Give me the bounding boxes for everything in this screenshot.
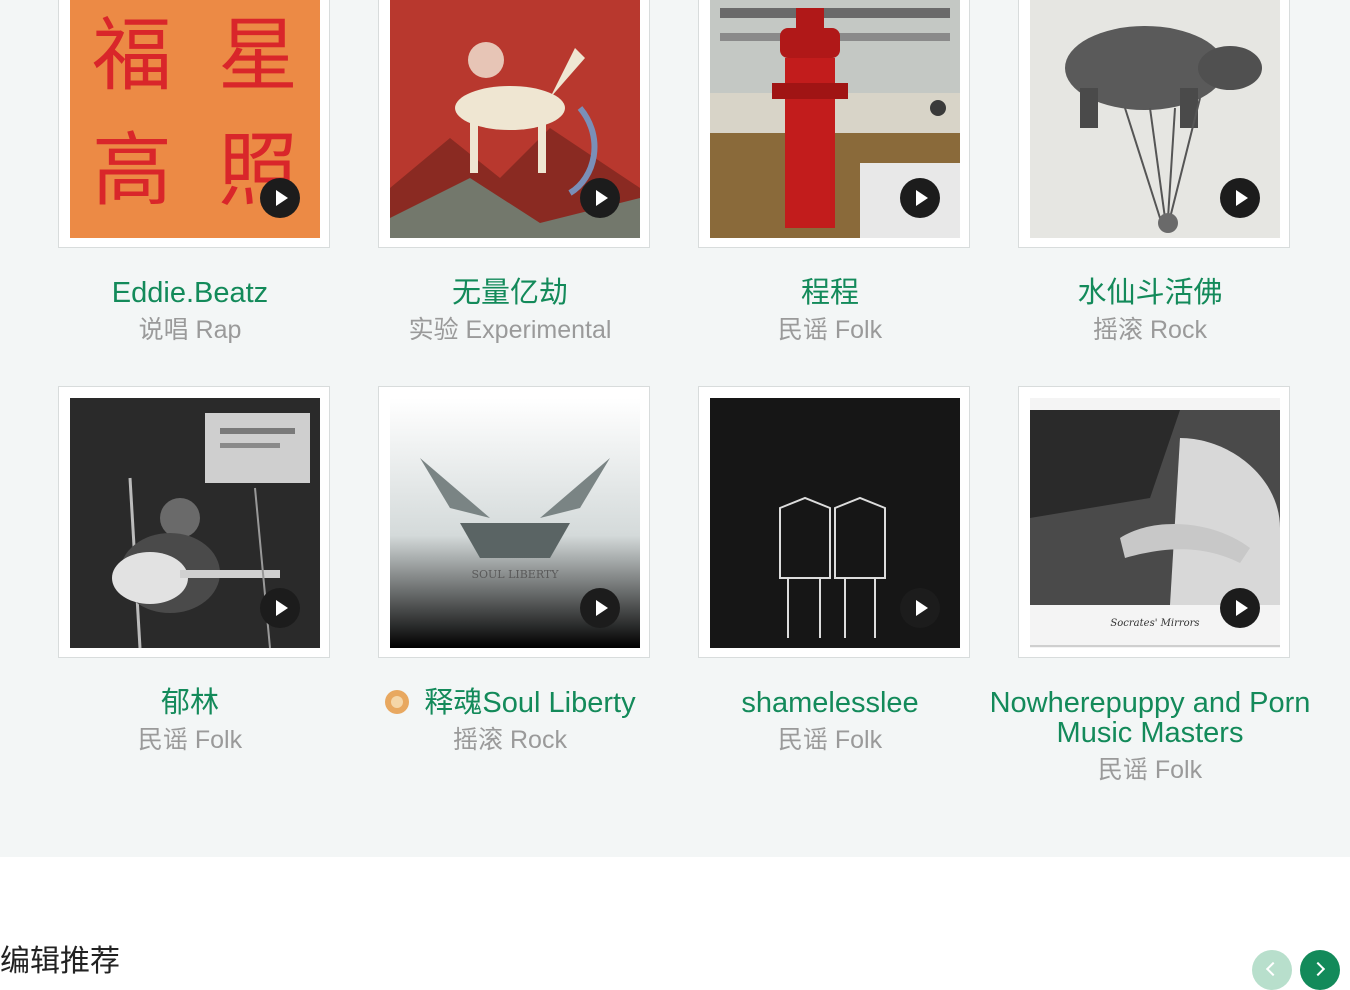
artist-name[interactable]: Nowherepuppy and Porn Music Masters xyxy=(985,688,1315,748)
album-cover[interactable]: Socrates' Mirrors xyxy=(1030,398,1280,648)
artist-name[interactable]: 水仙斗活佛 xyxy=(960,278,1340,308)
cover-frame: Socrates' Mirrors xyxy=(1018,386,1290,658)
play-button[interactable] xyxy=(1220,178,1260,218)
album-cover[interactable]: SOUL LIBERTY xyxy=(390,398,640,648)
cover-frame xyxy=(698,386,970,658)
artist-card: 福 星 高 照 Eddie.Beatz 说唱 Rap xyxy=(0,0,330,360)
artist-card: shamelesslee 民谣 Folk xyxy=(640,386,970,846)
artist-genre: 摇滚 Rock xyxy=(1093,316,1207,344)
cover-char: 高 xyxy=(92,124,172,217)
cover-frame: SOUL LIBERTY xyxy=(378,386,650,658)
cover-frame xyxy=(1018,0,1290,248)
cover-char: 星 xyxy=(218,9,298,102)
artist-info: Nowherepuppy and Porn Music Masters 民谣 F… xyxy=(985,688,1315,784)
play-button[interactable] xyxy=(1220,588,1260,628)
artist-card: SOUL LIBERTY 释魂Soul Liberty 摇滚 Rock xyxy=(320,386,650,846)
play-button[interactable] xyxy=(260,588,300,628)
artist-genre: 民谣 Folk xyxy=(1097,756,1203,784)
album-cover[interactable] xyxy=(1030,0,1280,238)
cover-frame xyxy=(698,0,970,248)
verified-badge-icon xyxy=(385,690,410,714)
artist-card: 郁林 民谣 Folk xyxy=(0,386,330,846)
play-button[interactable] xyxy=(580,178,620,218)
cover-frame xyxy=(378,0,650,248)
previous-arrow-icon[interactable] xyxy=(1252,950,1292,990)
artist-info: 水仙斗活佛 摇滚 Rock xyxy=(960,278,1340,344)
artist-card: 无量亿劫 实验 Experimental xyxy=(320,0,650,360)
cover-char: 福 xyxy=(92,9,172,102)
cover-title: Socrates' Mirrors xyxy=(1110,618,1199,629)
section-heading: 编辑推荐 xyxy=(0,945,120,978)
play-button[interactable] xyxy=(260,178,300,218)
album-cover[interactable] xyxy=(710,398,960,648)
next-arrow-icon[interactable] xyxy=(1300,950,1340,990)
cover-frame xyxy=(58,386,330,658)
cover-frame: 福 星 高 照 xyxy=(58,0,330,248)
play-button[interactable] xyxy=(900,178,940,218)
album-cover[interactable] xyxy=(70,398,320,648)
artist-name-text: 释魂Soul Liberty xyxy=(424,687,636,719)
play-button[interactable] xyxy=(900,588,940,628)
artist-card: 程程 民谣 Folk xyxy=(640,0,970,360)
album-cover[interactable]: 福 星 高 照 xyxy=(70,0,320,238)
artist-card: Socrates' Mirrors Nowherepuppy and Porn … xyxy=(960,386,1310,846)
cover-title: SOUL LIBERTY xyxy=(471,568,559,581)
artist-card: 水仙斗活佛 摇滚 Rock xyxy=(960,0,1290,360)
album-cover[interactable] xyxy=(710,0,960,238)
play-button[interactable] xyxy=(580,588,620,628)
artist-grid: 福 星 高 照 Eddie.Beatz 说唱 Rap 无量亿劫 实验 Exper… xyxy=(0,0,1350,857)
album-cover[interactable] xyxy=(390,0,640,238)
